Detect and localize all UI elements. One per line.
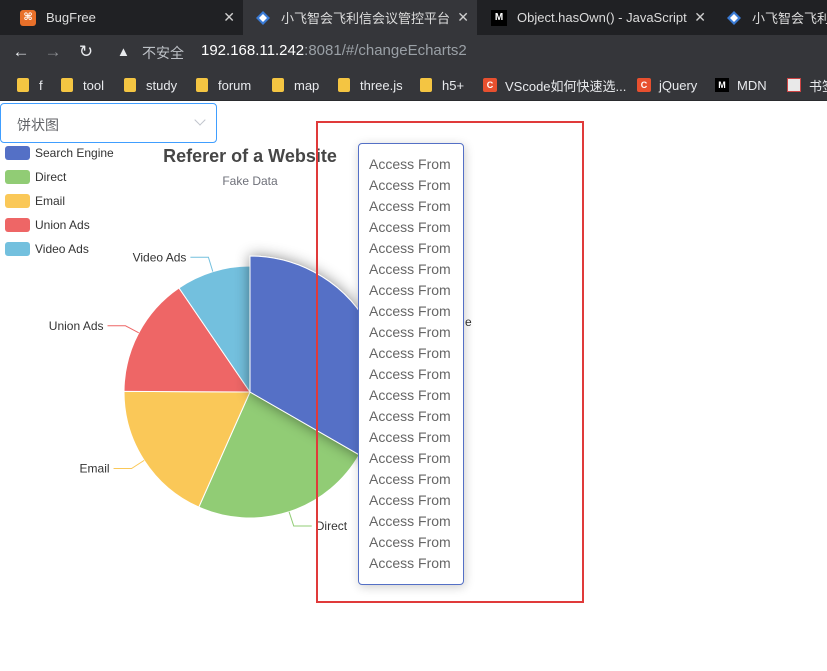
folder-icon — [196, 78, 208, 92]
tab-title: 小飞智会飞利信会议管控平台 — [281, 11, 451, 26]
bookmarks-bar: f tool study forum map three.js h5+ C VSc… — [0, 69, 827, 101]
warning-icon[interactable]: ▲ — [117, 44, 130, 59]
url-path: :8081/#/changeEcharts2 — [304, 42, 467, 59]
page-content: Referer of a Website Fake Data Search En… — [0, 101, 827, 671]
bugfree-icon: ⌘ — [20, 9, 36, 26]
bookmark-jquery[interactable]: CjQuery — [637, 76, 697, 94]
label-line-video-ads — [190, 256, 214, 272]
bookmark-folder[interactable]: forum — [196, 76, 251, 94]
legend-label-email[interactable]: Email — [35, 194, 65, 208]
chart-legend: Search Engine Direct Email Union Ads Video A… — [5, 146, 114, 256]
bookmark-csdn[interactable]: C VScode如何快速选... — [483, 76, 626, 94]
reload-icon[interactable]: ↻ — [76, 42, 96, 62]
slice-label-email: Email — [80, 462, 110, 476]
tab-title: 小飞智会飞利信 — [752, 11, 827, 26]
document-icon — [787, 78, 801, 92]
chart-type-select[interactable]: 饼状图 — [0, 103, 217, 143]
forward-arrow-icon[interactable]: → — [43, 42, 63, 62]
bookmark-folder[interactable]: tool — [61, 76, 104, 94]
bookmark-folder[interactable]: map — [272, 76, 319, 94]
folder-icon — [17, 78, 29, 92]
mdn-icon: M — [715, 78, 729, 92]
tab-meeting-platform[interactable]: 小飞智会飞利信会议管控平台 ✕ — [243, 0, 477, 35]
bookmark-folder[interactable]: study — [124, 76, 177, 94]
tab-title: Object.hasOwn() - JavaScript | — [517, 10, 687, 25]
tab-bugfree[interactable]: ⌘ BugFree ✕ — [0, 0, 243, 35]
insecure-label[interactable]: 不安全 — [142, 43, 184, 63]
tab-meeting-platform-2[interactable]: 小飞智会飞利信 — [714, 0, 827, 35]
bookmark-folder[interactable]: three.js — [338, 76, 403, 94]
legend-swatch-video-ads[interactable] — [5, 242, 30, 256]
legend-label-direct[interactable]: Direct — [35, 170, 67, 184]
label-line-email — [113, 459, 145, 470]
folder-icon — [61, 78, 73, 92]
legend-swatch-union-ads[interactable] — [5, 218, 30, 232]
app-diamond-icon — [726, 10, 742, 26]
slice-label-union-ads: Union Ads — [49, 319, 104, 333]
bookmark-folder[interactable]: f — [17, 76, 43, 94]
close-icon[interactable]: ✕ — [694, 9, 706, 26]
slice-label-video-ads: Video Ads — [133, 250, 187, 264]
folder-icon — [420, 78, 432, 92]
tab-mdn[interactable]: M Object.hasOwn() - JavaScript | ✕ — [477, 0, 714, 35]
mdn-icon: M — [491, 9, 507, 26]
chart-subtitle: Fake Data — [222, 174, 278, 188]
chevron-down-icon — [194, 114, 206, 126]
csdn-icon: C — [637, 78, 651, 92]
bookmark-doc[interactable]: 书签 — [787, 76, 827, 94]
legend-swatch-email[interactable] — [5, 194, 30, 208]
url-host: 192.168.11.242 — [201, 42, 305, 59]
legend-swatch-search-engine[interactable] — [5, 146, 30, 160]
back-arrow-icon[interactable]: ← — [11, 42, 31, 62]
browser-toolbar: ← → ↻ ▲ 不安全 192.168.11.242:8081/#/change… — [0, 35, 827, 69]
folder-icon — [272, 78, 284, 92]
bookmark-mdn[interactable]: M MDN — [715, 76, 767, 94]
legend-label-video-ads[interactable]: Video Ads — [35, 242, 89, 256]
folder-icon — [338, 78, 350, 92]
legend-swatch-direct[interactable] — [5, 170, 30, 184]
folder-icon — [124, 78, 136, 92]
chart-title: Referer of a Website — [163, 146, 337, 166]
label-line-direct — [288, 511, 312, 527]
legend-label-union-ads[interactable]: Union Ads — [35, 218, 90, 232]
select-value: 饼状图 — [17, 117, 59, 133]
label-line-union-ads — [107, 325, 139, 334]
browser-tab-bar: ⌘ BugFree ✕ 小飞智会飞利信会议管控平台 ✕ M Object.has… — [0, 0, 827, 35]
annotation-highlight-box — [316, 121, 584, 603]
app-diamond-icon — [255, 10, 271, 26]
close-icon[interactable]: ✕ — [457, 9, 469, 26]
bookmark-folder[interactable]: h5+ — [420, 76, 464, 94]
legend-label-search-engine[interactable]: Search Engine — [35, 146, 114, 160]
tab-title: BugFree — [46, 10, 96, 25]
close-icon[interactable]: ✕ — [223, 9, 235, 26]
address-bar[interactable]: 192.168.11.242:8081/#/changeEcharts2 — [201, 42, 467, 59]
csdn-icon: C — [483, 78, 497, 92]
